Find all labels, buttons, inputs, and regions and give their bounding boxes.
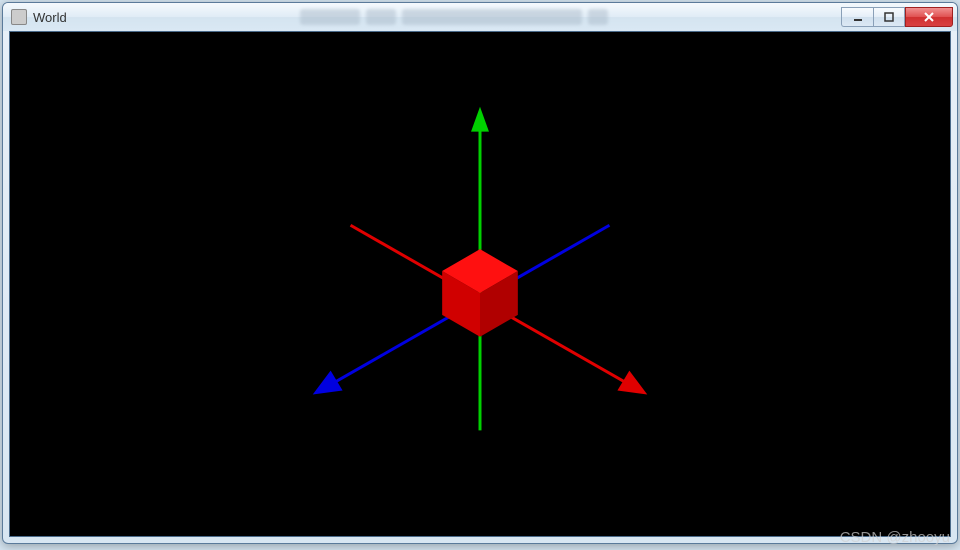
- maximize-button[interactable]: [873, 7, 905, 27]
- toolbar-blur: [67, 9, 841, 25]
- y-axis-arrow-icon: [471, 107, 489, 132]
- x-axis-arrow-icon: [617, 371, 647, 395]
- minimize-button[interactable]: [841, 7, 873, 27]
- cube: [442, 249, 518, 337]
- viewport[interactable]: [9, 31, 951, 537]
- titlebar[interactable]: World: [3, 3, 957, 31]
- app-icon: [11, 9, 27, 25]
- window-controls: [841, 7, 953, 27]
- app-window: World: [2, 2, 958, 544]
- close-button[interactable]: [905, 7, 953, 27]
- scene-svg: [10, 32, 950, 536]
- z-axis-arrow-icon: [313, 371, 343, 395]
- window-title: World: [33, 10, 67, 25]
